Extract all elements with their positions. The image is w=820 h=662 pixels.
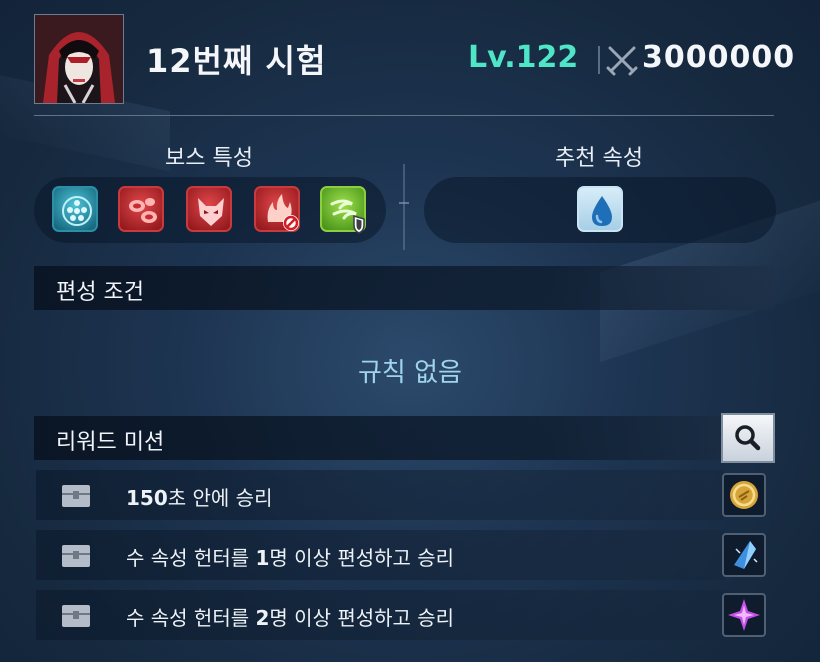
mission-text: 수 속성 헌터를 2명 이상 편성하고 승리: [126, 606, 455, 630]
formation-condition-title: 편성 조건: [56, 280, 144, 305]
red-demon-mask-icon[interactable]: [186, 186, 232, 232]
mission-row: 150초 안에 승리: [36, 470, 724, 520]
crossed-swords-icon: [606, 44, 638, 76]
purple-star-gem-icon[interactable]: [722, 593, 766, 637]
formation-condition-bar: 편성 조건: [34, 266, 774, 310]
chest-icon: [62, 605, 90, 627]
blue-crystal-icon[interactable]: [722, 533, 766, 577]
recommended-attribute-title: 추천 속성: [555, 146, 643, 171]
reward-mission-bar: 리워드 미션: [34, 416, 774, 460]
green-wind-shield-icon[interactable]: [320, 186, 366, 234]
no-rule-text: 규칙 없음: [358, 358, 462, 388]
section-divider-notch: [399, 202, 409, 204]
search-button[interactable]: [721, 413, 775, 463]
combat-power-value: 3000000: [642, 40, 796, 75]
stage-title: 12번째 시험: [146, 42, 327, 80]
gold-coin-icon[interactable]: [722, 473, 766, 517]
mission-row: 수 속성 헌터를 2명 이상 편성하고 승리: [36, 590, 724, 640]
water-drop-icon[interactable]: [577, 186, 623, 232]
mission-text: 150초 안에 승리: [126, 486, 273, 510]
header-separator: [598, 46, 600, 74]
chest-icon: [62, 545, 90, 567]
section-divider: [403, 164, 405, 250]
boss-avatar: [34, 14, 124, 104]
chest-icon: [62, 485, 90, 507]
mission-row: 수 속성 헌터를 1명 이상 편성하고 승리: [36, 530, 724, 580]
red-blood-cells-icon[interactable]: [118, 186, 164, 232]
boss-traits-title: 보스 특성: [165, 146, 253, 171]
level-label: Lv.122: [468, 40, 579, 75]
teal-orb-icon[interactable]: [52, 186, 98, 232]
header-divider: [34, 115, 774, 116]
mission-text: 수 속성 헌터를 1명 이상 편성하고 승리: [126, 546, 455, 570]
red-flame-no-icon[interactable]: [254, 186, 300, 232]
reward-mission-title: 리워드 미션: [56, 430, 165, 455]
